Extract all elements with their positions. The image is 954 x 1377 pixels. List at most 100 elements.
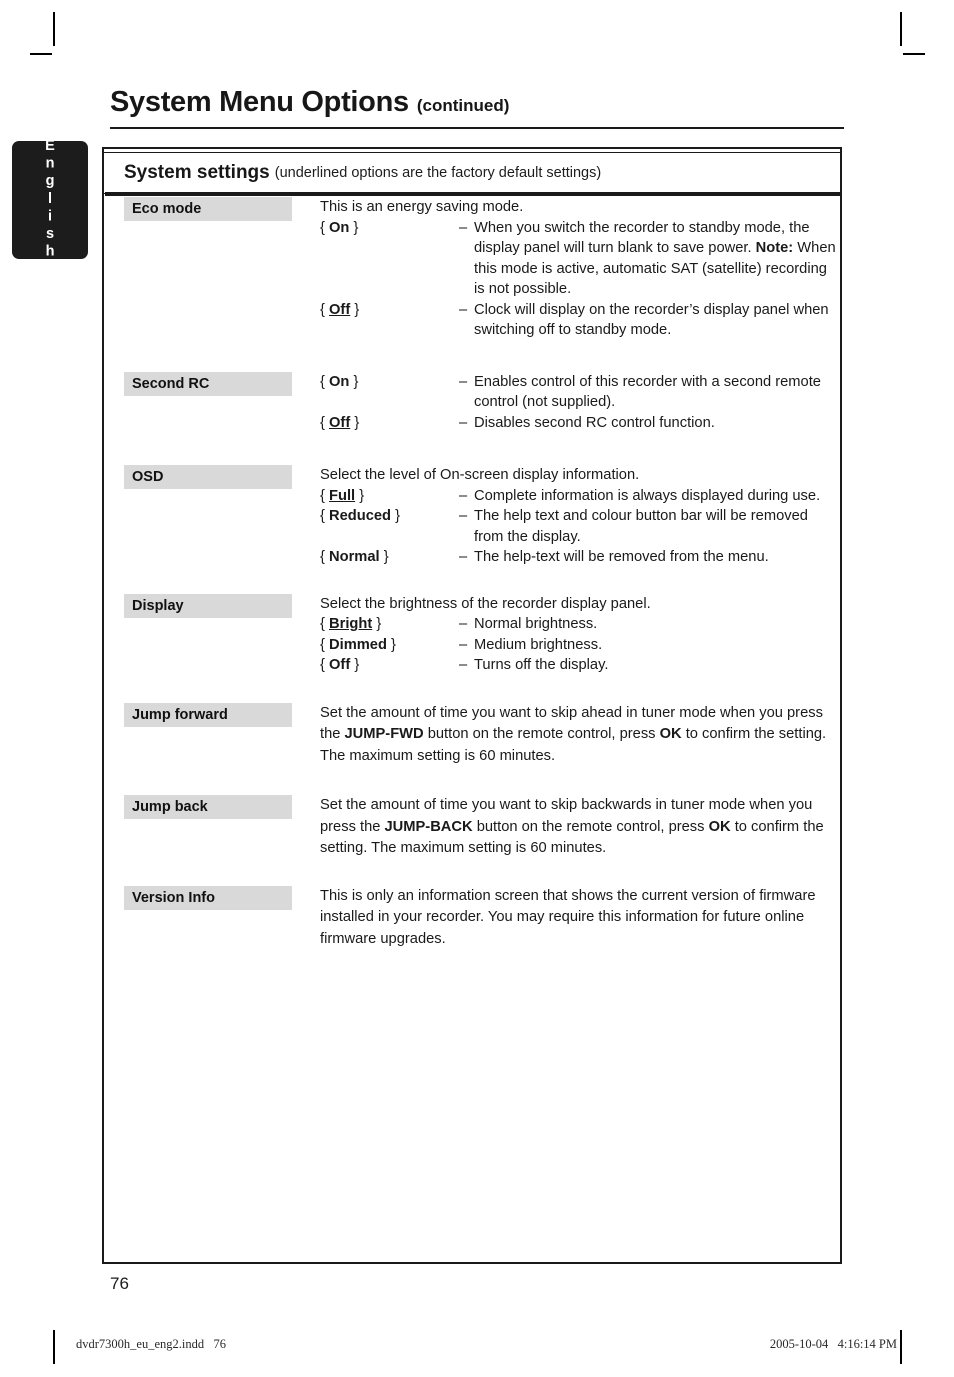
option-description-text: Normal brightness. — [474, 616, 598, 632]
row-spacer — [104, 341, 840, 372]
setting-option-value: { Off } — [320, 300, 459, 321]
option-description-note-label: Note: — [755, 240, 794, 256]
setting-option: { Normal } – The help-text will be removed… — [320, 547, 840, 568]
option-open-brace: { — [320, 636, 325, 653]
settings-rows: Eco mode This is an energy saving mode. { … — [104, 197, 840, 950]
option-description: Medium brightness. — [474, 635, 840, 656]
option-description: Enables control of this recorder with a … — [474, 372, 840, 413]
option-description-text: Clock will display on the recorder’s dis… — [474, 301, 829, 339]
paragraph-text-2: button on the remote control, press — [423, 726, 660, 742]
option-description-text: Enables control of this recorder with a … — [474, 373, 821, 411]
setting-option: { Reduced } – The help text and colour but… — [320, 506, 840, 547]
option-description-text: Disables second RC control function. — [474, 414, 715, 431]
option-close-brace: } — [383, 549, 389, 565]
option-label: Off — [329, 657, 351, 673]
option-open-brace: { — [320, 508, 325, 524]
setting-option: { Off } – Clock will display on the record… — [320, 300, 840, 341]
option-close-brace: } — [354, 657, 360, 673]
setting-option: { Dimmed } – Medium brightness. — [320, 635, 840, 656]
setting-row-body: Select the brightness of the recorder di… — [292, 594, 840, 676]
setting-option: { On } – Enables control of this recorder … — [320, 372, 840, 413]
paragraph-button-name-2: OK — [659, 726, 682, 742]
setting-row-intro: Select the brightness of the recorder di… — [320, 595, 651, 612]
option-description-text: The help-text will be removed from the m… — [474, 549, 769, 565]
row-spacer — [104, 676, 840, 703]
settings-banner-bottom-rule — [104, 192, 840, 196]
option-open-brace: { — [320, 657, 325, 673]
option-description: The help text and colour button bar will… — [474, 506, 840, 547]
option-description: Disables second RC control function. — [474, 413, 840, 434]
option-close-brace: } — [353, 373, 359, 390]
setting-row-label: Second RC — [124, 371, 292, 396]
option-description: When you switch the recorder to standby … — [474, 218, 840, 300]
title-divider — [110, 127, 844, 129]
setting-row-label: Eco mode — [124, 197, 292, 221]
settings-banner-note: (underlined options are the factory defa… — [274, 164, 602, 181]
setting-row: Version Info This is only an information … — [104, 885, 840, 951]
option-dash: – — [459, 301, 468, 318]
setting-row-label: Jump forward — [124, 702, 292, 727]
setting-row-label: Version Info — [124, 885, 292, 910]
option-label: Full — [329, 487, 356, 504]
setting-row: Jump forward Set the amount of time you w… — [104, 702, 840, 768]
option-dash: – — [459, 219, 468, 236]
print-footer-filename: dvdr7300h_eu_eng2.indd 76 — [76, 1337, 226, 1351]
option-description: Turns off the display. — [474, 655, 840, 676]
option-description: The help-text will be removed from the m… — [474, 547, 840, 568]
crop-mark-top-right-horizontal — [903, 53, 925, 55]
setting-row: OSD Select the level of On-screen display… — [104, 465, 840, 568]
setting-option-value: { Off } — [320, 655, 459, 676]
option-open-brace: { — [320, 373, 325, 390]
language-tab-english: English — [12, 138, 88, 262]
page-title-main: System Menu Options — [110, 86, 409, 118]
setting-row-intro: This is an energy saving mode. — [320, 199, 524, 215]
option-close-brace: } — [391, 636, 396, 653]
option-label: Dimmed — [329, 636, 387, 653]
setting-row-paragraph: This is only an information screen that … — [320, 887, 816, 947]
setting-row: Eco mode This is an energy saving mode. { … — [104, 197, 840, 341]
option-close-brace: } — [395, 508, 401, 524]
setting-option: { Full } – Complete information is always … — [320, 486, 840, 507]
setting-row-body: { On } – Enables control of this recorder … — [292, 372, 840, 434]
setting-row: Display Select the brightness of the reco… — [104, 593, 840, 676]
option-open-brace: { — [320, 301, 325, 318]
setting-row-intro: Select the level of On-screen display in… — [320, 467, 640, 483]
setting-row-body: Select the level of On-screen display in… — [292, 465, 840, 568]
page-title: System Menu Options (continued) — [110, 86, 845, 119]
settings-banner: System settings (underlined options are … — [104, 151, 840, 194]
option-description-text: Turns off the display. — [474, 657, 609, 673]
setting-option: { Bright } – Normal brightness. — [320, 614, 840, 635]
option-open-brace: { — [320, 487, 325, 504]
option-dash: – — [459, 636, 468, 653]
option-close-brace: } — [359, 487, 365, 504]
row-spacer — [104, 860, 840, 886]
setting-option-value: { Normal } — [320, 547, 459, 568]
setting-row: Jump back Set the amount of time you want… — [104, 795, 840, 860]
option-label: Reduced — [329, 508, 392, 524]
settings-banner-title: System settings — [124, 161, 270, 183]
option-label: On — [329, 373, 350, 390]
option-dash: – — [459, 487, 468, 504]
setting-row-paragraph: Set the amount of time you want to skip … — [320, 703, 840, 768]
print-footer-timestamp: 2005-10-04 4:16:14 PM — [769, 1337, 897, 1351]
setting-row-paragraph: Set the amount of time you want to skip … — [320, 795, 840, 860]
option-dash: – — [459, 414, 468, 431]
paragraph-text-2: button on the remote control, press — [472, 818, 709, 835]
crop-mark-top-right-vertical — [900, 12, 902, 46]
option-close-brace: } — [353, 219, 359, 236]
option-description-text: The help text and colour button bar will… — [474, 508, 808, 545]
setting-option-value: { Off } — [320, 413, 459, 434]
option-open-brace: { — [320, 616, 325, 632]
language-tab-label: English — [42, 138, 58, 262]
option-close-brace: } — [354, 414, 360, 431]
option-close-brace: } — [354, 301, 360, 318]
option-dash: – — [459, 549, 468, 565]
option-open-brace: { — [320, 549, 325, 565]
setting-row-label: Display — [124, 593, 292, 618]
setting-row-body: Set the amount of time you want to skip … — [292, 795, 840, 860]
setting-row-label: OSD — [124, 465, 292, 489]
option-description: Clock will display on the recorder’s dis… — [474, 300, 840, 341]
option-open-brace: { — [320, 414, 325, 431]
setting-row-body: This is an energy saving mode.{ On } – Whe… — [292, 197, 840, 341]
setting-row-body: This is only an information screen that … — [292, 886, 840, 951]
